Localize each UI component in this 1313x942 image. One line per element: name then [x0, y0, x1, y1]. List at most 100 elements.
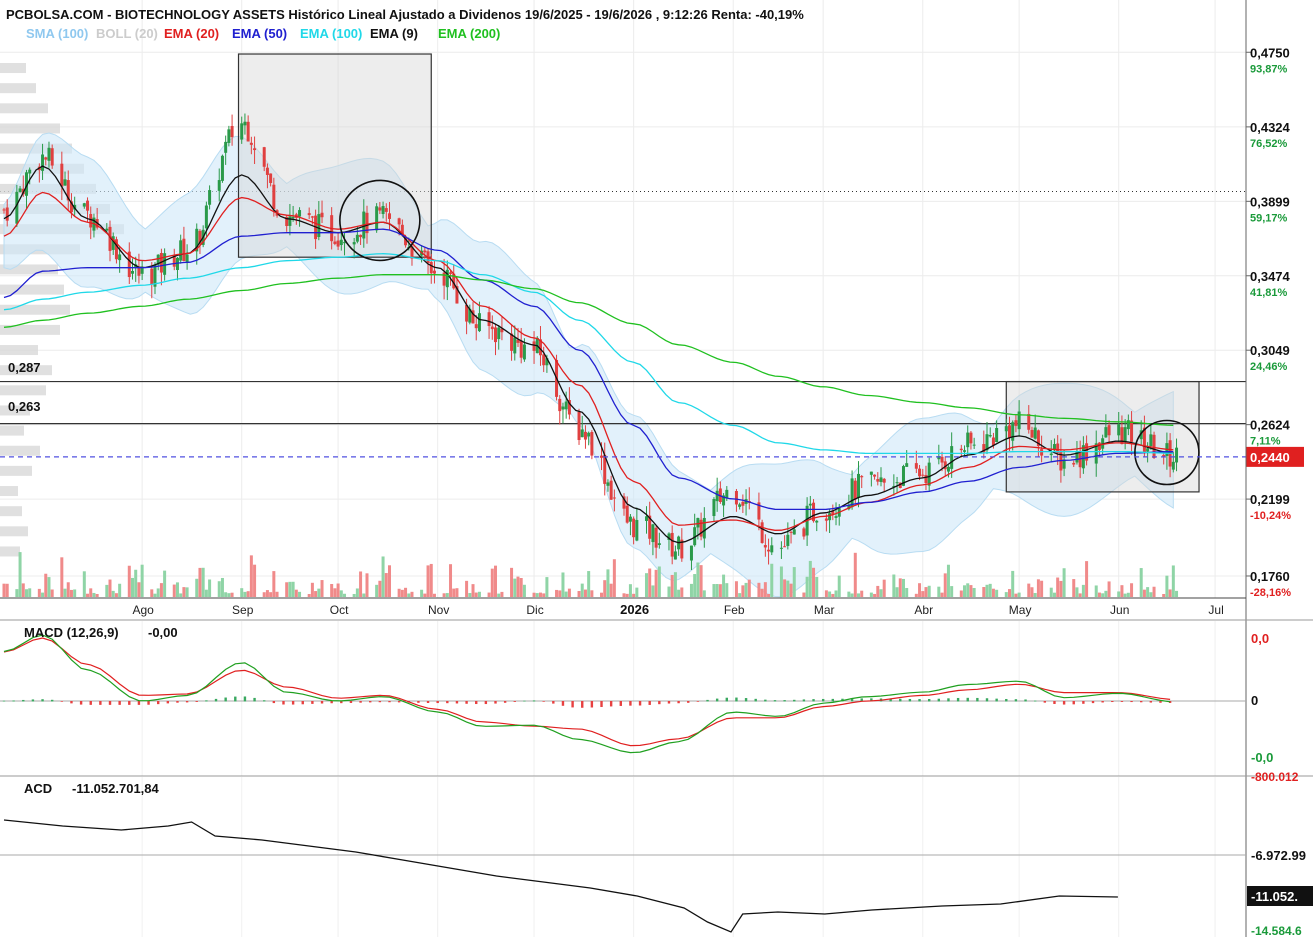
volume-bar-86	[387, 565, 391, 597]
volume-bar-153	[693, 574, 697, 597]
volume-bar-237	[1072, 579, 1076, 597]
candle-body-214	[966, 432, 970, 448]
volume-bar-152	[689, 583, 693, 597]
macd-hist-110	[1062, 701, 1066, 705]
volume-bar-115	[519, 578, 523, 597]
price-pct-5: 7,11%	[1250, 436, 1281, 448]
volume-bar-186	[837, 575, 841, 597]
volume-bar-31	[140, 564, 144, 597]
volume-bar-5	[24, 589, 28, 597]
macd-hist-85	[821, 698, 825, 702]
volume-bar-2	[15, 589, 19, 597]
volume-bar-125	[564, 591, 568, 597]
candle-body-212	[959, 448, 963, 451]
price-pct-4: 24,46%	[1250, 361, 1288, 373]
candle-body-50	[227, 129, 231, 143]
macd-hist-41	[397, 701, 401, 703]
level-label-263: 0,263	[8, 399, 41, 414]
volume-bar-79	[359, 571, 363, 597]
volume-profile-bar-23	[0, 83, 36, 94]
candle-body-19	[89, 214, 93, 228]
macd-hist-30	[291, 701, 295, 705]
volume-bar-183	[828, 591, 832, 597]
volume-bar-26	[118, 583, 122, 597]
candle-body-8	[41, 154, 45, 171]
volume-bar-106	[477, 591, 481, 597]
volume-bar-224	[1011, 570, 1015, 597]
macd-hist-98	[947, 698, 950, 702]
candle-body-135	[609, 480, 613, 500]
volume-bar-160	[722, 574, 726, 597]
price-label-4: 0,3049	[1250, 343, 1290, 358]
volume-bar-114	[516, 576, 520, 597]
volume-bar-163	[738, 593, 742, 597]
price-label-5: 0,2624	[1250, 418, 1291, 433]
macd-hist-8	[79, 701, 83, 705]
macd-hist-54	[523, 700, 526, 702]
macd-hist-74	[715, 698, 719, 702]
macd-hist-55	[532, 700, 536, 702]
volume-bar-252	[1139, 568, 1143, 597]
volume-bar-180	[812, 567, 816, 597]
volume-bar-233	[1052, 592, 1056, 597]
macd-label: MACD (12,26,9)	[24, 625, 119, 640]
macd-hist-31	[301, 701, 304, 705]
volume-bar-253	[1142, 589, 1146, 597]
candle-body-49	[224, 141, 228, 153]
candle-body-260	[1171, 461, 1175, 470]
month-label-4: Dic	[526, 603, 543, 617]
candle-body-190	[857, 473, 861, 498]
candle-body-145	[654, 527, 658, 548]
volume-bar-48	[220, 577, 224, 597]
volume-bar-70	[317, 588, 321, 597]
price-pct-2: 59,17%	[1250, 212, 1288, 224]
volume-bar-162	[734, 581, 738, 597]
volume-bar-169	[763, 582, 767, 597]
volume-bar-95	[429, 563, 433, 597]
volume-bar-88	[400, 589, 404, 597]
candle-body-48	[220, 155, 224, 181]
macd-hist-39	[378, 701, 382, 703]
volume-bar-166	[747, 579, 751, 597]
volume-bar-97	[442, 593, 446, 597]
candle-body-261	[1175, 447, 1179, 463]
macd-hist-22	[214, 698, 218, 702]
volume-bar-133	[603, 580, 607, 597]
month-label-0: Ago	[132, 603, 154, 617]
volume-bar-242	[1094, 585, 1098, 597]
macd-hist-21	[205, 700, 208, 702]
volume-bar-256	[1152, 586, 1156, 597]
candle-body-175	[789, 531, 793, 533]
volume-bar-228	[1030, 587, 1034, 597]
macd-hist-59	[571, 701, 574, 708]
candle-body-249	[1123, 427, 1127, 442]
volume-bar-93	[423, 593, 427, 597]
volume-bar-19	[89, 588, 93, 597]
volume-bar-215	[969, 585, 973, 597]
macd-hist-106	[1024, 699, 1027, 702]
macd-hist-58	[561, 701, 565, 706]
volume-profile-bar-1	[0, 526, 28, 537]
volume-bar-24	[111, 590, 115, 597]
volume-bar-6	[28, 588, 32, 597]
volume-bar-251	[1130, 583, 1134, 597]
volume-bar-66	[298, 591, 302, 597]
candle-body-58	[265, 167, 269, 175]
volume-profile-bar-8	[0, 385, 46, 396]
macd-hist-13	[128, 701, 131, 705]
candle-body-52	[240, 123, 244, 140]
volume-bar-173	[783, 579, 787, 597]
macd-hist-2	[22, 699, 25, 702]
macd-hist-51	[494, 701, 497, 704]
volume-bar-109	[494, 565, 498, 597]
candle-body-13	[63, 179, 67, 186]
volume-bar-41	[185, 587, 189, 597]
volume-bar-51	[230, 592, 234, 597]
volume-bar-80	[362, 593, 366, 597]
volume-bar-43	[198, 567, 202, 597]
volume-bar-155	[699, 565, 703, 597]
volume-bar-226	[1017, 592, 1021, 597]
macd-hist-82	[793, 699, 796, 702]
volume-bar-143	[648, 568, 652, 597]
candle-body-185	[834, 516, 838, 518]
